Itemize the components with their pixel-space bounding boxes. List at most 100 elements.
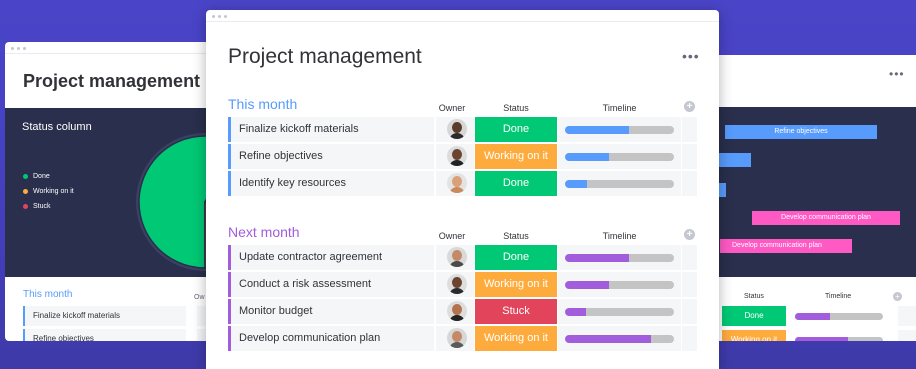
table-row[interactable]: Conduct a risk assessment Working on it	[228, 272, 697, 297]
status-column-header[interactable]: Status	[475, 103, 557, 113]
avatar[interactable]	[447, 247, 467, 267]
table-row[interactable]: Develop communication plan Working on it	[228, 326, 697, 351]
avatar-head	[452, 122, 462, 133]
add-column-icon[interactable]: +	[893, 292, 902, 301]
avatar[interactable]	[447, 301, 467, 321]
timeline-progress	[565, 126, 630, 134]
timeline-bar[interactable]	[565, 153, 674, 161]
gantt-bar[interactable]: Refine objectives	[725, 125, 877, 139]
avatar[interactable]	[447, 173, 467, 193]
more-options-icon[interactable]: •••	[889, 67, 905, 81]
status-cell[interactable]: Working on it	[475, 144, 557, 169]
timeline-progress	[565, 281, 609, 289]
window-controls	[212, 15, 227, 18]
avatar[interactable]	[447, 146, 467, 166]
avatar-head	[452, 304, 462, 315]
timeline-cell[interactable]	[558, 171, 681, 196]
timeline-bar[interactable]	[795, 337, 883, 341]
gantt-bar[interactable]: Develop communication plan	[752, 211, 900, 225]
status-column-header[interactable]: Status	[475, 231, 557, 241]
add-column-icon[interactable]: +	[684, 229, 695, 240]
timeline-bar[interactable]	[565, 126, 674, 134]
owner-cell[interactable]	[436, 245, 474, 270]
avatar[interactable]	[447, 119, 467, 139]
page-title: Project management	[23, 71, 201, 91]
group-title[interactable]: Next month	[228, 224, 300, 240]
item-name[interactable]: Develop communication plan	[228, 326, 434, 351]
table-row[interactable]: Monitor budget Stuck	[228, 299, 697, 324]
timeline-column-header[interactable]: Timeline	[558, 103, 681, 113]
timeline-column-header[interactable]: Timeline	[558, 231, 681, 241]
row-extra-cell	[682, 326, 697, 351]
legend-label: Stuck	[33, 203, 51, 210]
timeline-bar[interactable]	[565, 308, 674, 316]
page-title: Project management	[228, 45, 422, 68]
legend-label: Done	[33, 173, 50, 180]
avatar-body	[449, 342, 465, 348]
legend-dot-icon	[23, 174, 28, 179]
group-title: This month	[23, 289, 73, 300]
item-name[interactable]: Monitor budget	[228, 299, 434, 324]
table-row[interactable]: Identify key resources Done	[228, 171, 697, 196]
gantt-chart: Refine objectivesetDevelop communication…	[700, 107, 916, 277]
timeline-bar[interactable]	[565, 281, 674, 289]
owner-cell[interactable]	[436, 144, 474, 169]
status-cell[interactable]: Working on it	[475, 272, 557, 297]
item-name[interactable]: Update contractor agreement	[228, 245, 434, 270]
group-title[interactable]: This month	[228, 96, 297, 112]
status-cell[interactable]: Done	[722, 306, 786, 326]
legend-label: Working on it	[33, 188, 74, 195]
legend-item: Done	[23, 171, 74, 182]
avatar[interactable]	[447, 274, 467, 294]
item-name[interactable]: Refine objectives	[228, 144, 434, 169]
timeline-cell[interactable]	[558, 144, 681, 169]
status-cell[interactable]: Working on it	[475, 326, 557, 351]
status-cell[interactable]: Done	[475, 117, 557, 142]
add-column-icon[interactable]: +	[684, 101, 695, 112]
table-row[interactable]: Refine objectives Working on it	[228, 144, 697, 169]
table-row[interactable]: Update contractor agreement Done	[228, 245, 697, 270]
status-cell[interactable]: Done	[475, 171, 557, 196]
owner-column-header[interactable]: Owner	[437, 231, 467, 241]
list-item[interactable]: Refine objectives	[23, 329, 186, 341]
timeline-progress	[565, 308, 586, 316]
avatar-head	[452, 250, 462, 261]
item-name[interactable]: Identify key resources	[228, 171, 434, 196]
owner-cell[interactable]	[436, 326, 474, 351]
avatar[interactable]	[447, 328, 467, 348]
timeline-bar[interactable]	[565, 180, 674, 188]
status-cell[interactable]: Done	[475, 245, 557, 270]
timeline-bar[interactable]	[565, 254, 674, 262]
avatar-body	[449, 187, 465, 193]
avatar-head	[452, 277, 462, 288]
timeline-window: ••• Refine objectivesetDevelop communica…	[700, 55, 916, 341]
timeline-bar[interactable]	[795, 313, 883, 320]
owner-cell[interactable]	[436, 272, 474, 297]
timeline-bar[interactable]	[565, 335, 674, 343]
avatar-body	[449, 133, 465, 139]
more-options-icon[interactable]: •••	[682, 48, 700, 64]
timeline-progress	[565, 153, 609, 161]
list-item[interactable]: Finalize kickoff materials	[23, 306, 186, 326]
avatar-head	[452, 149, 462, 160]
timeline-cell[interactable]	[558, 326, 681, 351]
legend-dot-icon	[23, 189, 28, 194]
legend-item: Working on it	[23, 186, 74, 197]
status-cell[interactable]: Working on it	[722, 330, 786, 341]
owner-cell[interactable]	[436, 299, 474, 324]
window-titlebar	[206, 10, 719, 22]
table-row[interactable]: Finalize kickoff materials Done	[228, 117, 697, 142]
status-cell[interactable]: Stuck	[475, 299, 557, 324]
owner-cell[interactable]	[436, 171, 474, 196]
timeline-cell[interactable]	[558, 245, 681, 270]
item-name[interactable]: Conduct a risk assessment	[228, 272, 434, 297]
row-extra-cell	[682, 245, 697, 270]
timeline-cell[interactable]	[558, 117, 681, 142]
item-name[interactable]: Finalize kickoff materials	[228, 117, 434, 142]
owner-column-header[interactable]: Owner	[437, 103, 467, 113]
timeline-cell[interactable]	[558, 272, 681, 297]
timeline-cell[interactable]	[558, 299, 681, 324]
gantt-bar[interactable]: Develop communication plan	[720, 239, 852, 253]
owner-cell[interactable]	[436, 117, 474, 142]
row-extra-cell	[898, 330, 916, 341]
